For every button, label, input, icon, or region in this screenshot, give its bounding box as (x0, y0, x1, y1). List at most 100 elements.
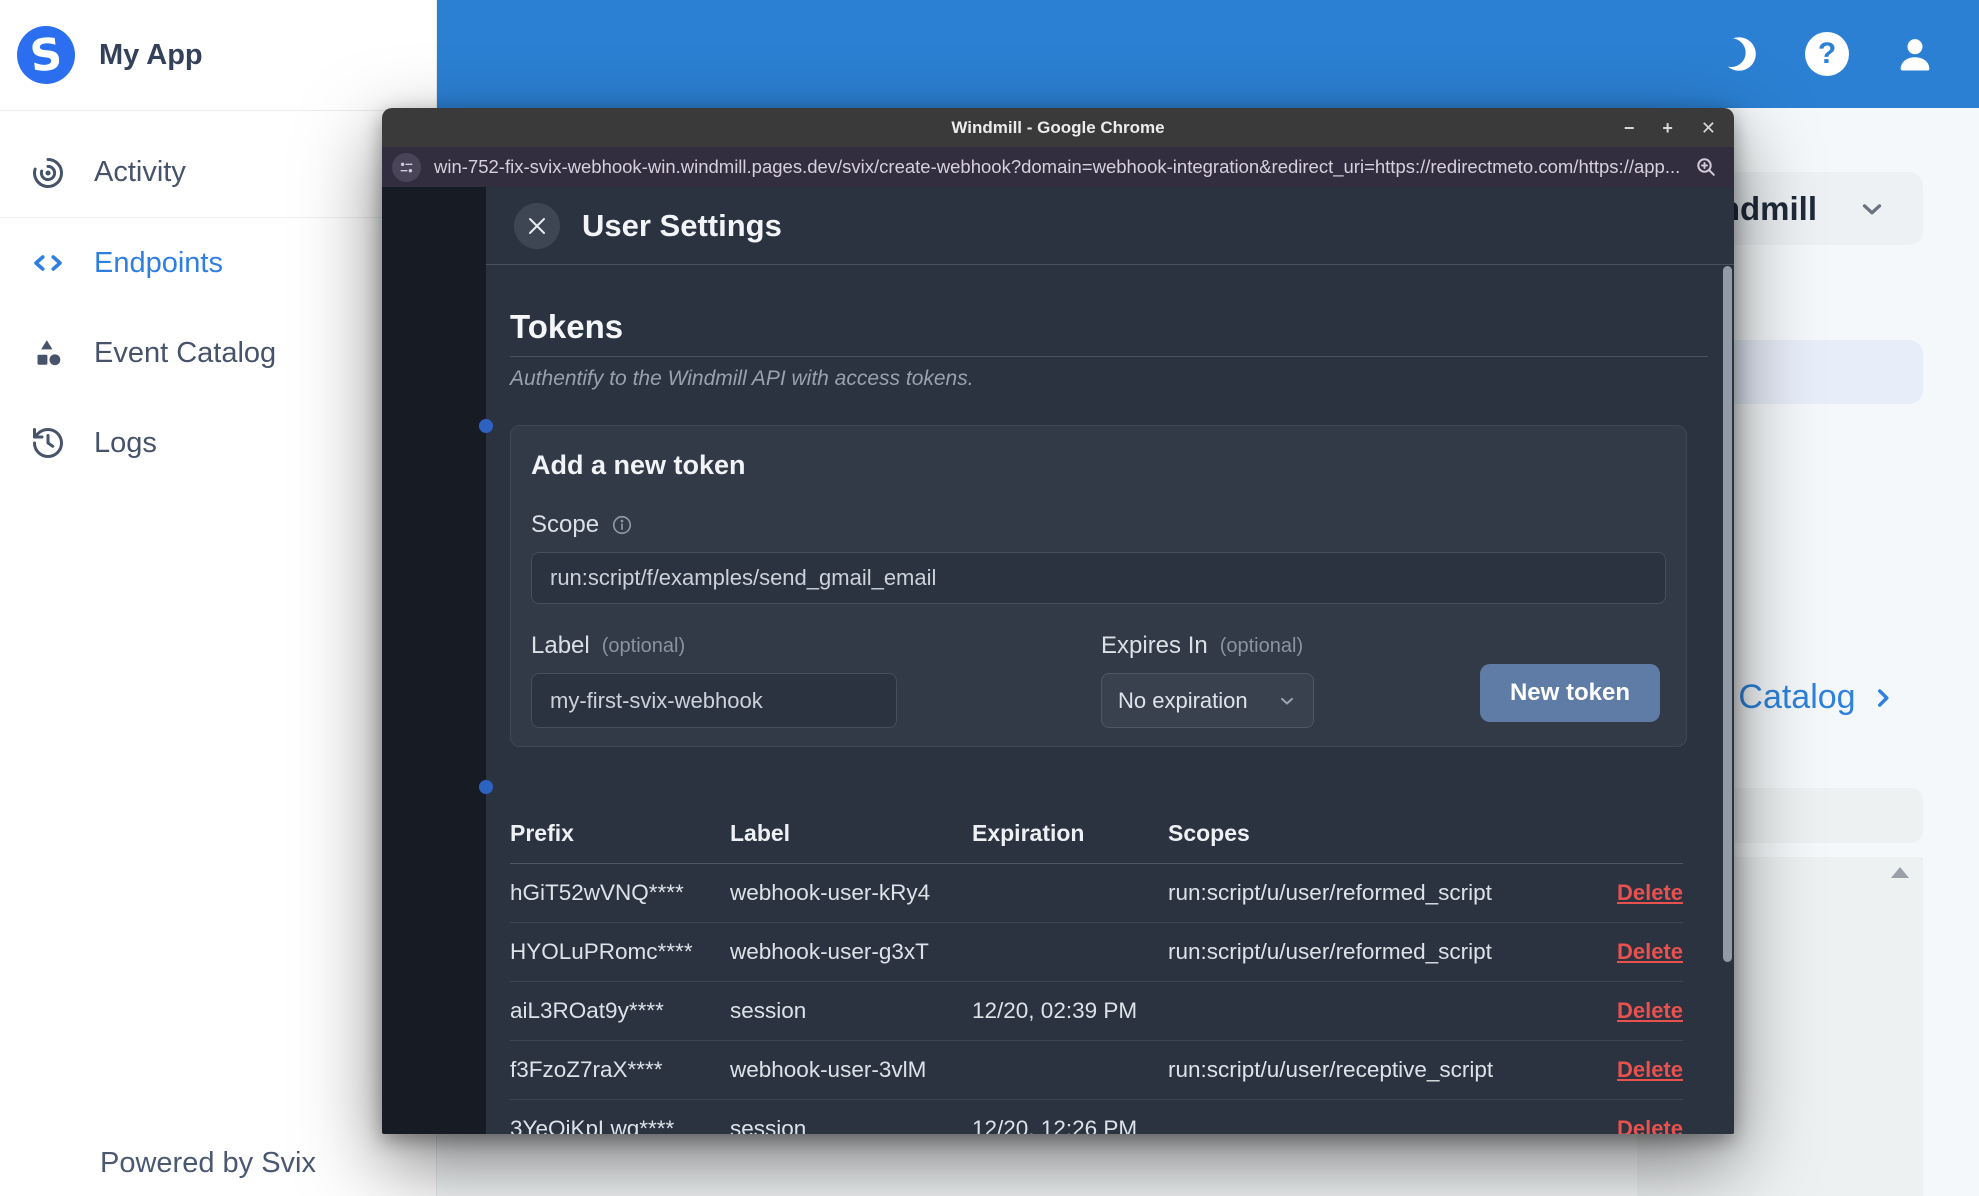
col-header-prefix: Prefix (510, 819, 574, 846)
label-optional-hint: (optional) (601, 634, 686, 657)
app-title: My App (99, 38, 203, 71)
sidebar-item-event-catalog[interactable]: Event Catalog (0, 308, 436, 398)
sidebar-item-endpoints[interactable]: Endpoints (0, 218, 436, 308)
token-label: session (730, 1116, 807, 1134)
drawer-header: User Settings (486, 187, 1734, 265)
table-row: f3FzoZ7raX**** webhook-user-3vlM run:scr… (510, 1041, 1683, 1100)
user-icon (1900, 39, 1930, 71)
new-token-button[interactable]: New token (1479, 664, 1660, 722)
token-label: webhook-user-3vlM (730, 1057, 927, 1082)
tokens-table: Prefix Label Expiration Scopes hGiT52wVN… (510, 803, 1683, 1134)
window-title: Windmill - Google Chrome (951, 117, 1165, 137)
app-brand: S My App (0, 0, 436, 111)
scope-label-row: Scope (531, 511, 1666, 539)
app-sidebar: S My App Activity Endpoints Event Catalo… (0, 0, 437, 1196)
expires-field-group: Expires In (optional) No expiration (1101, 632, 1314, 728)
delete-token-link[interactable]: Delete (1617, 880, 1683, 905)
table-row: aiL3ROat9y**** session 12/20, 02:39 PM D… (510, 982, 1683, 1041)
table-row: 3YeOiKpLwq**** session 12/20, 12:26 PM D… (510, 1100, 1683, 1134)
maximize-button[interactable]: + (1662, 119, 1673, 137)
shapes-icon (37, 340, 61, 366)
svix-logo: S (14, 23, 78, 87)
expires-select[interactable]: No expiration (1101, 673, 1314, 728)
drawer-content: Tokens Authentify to the Windmill API wi… (486, 266, 1734, 1134)
sidebar-item-label: Logs (94, 426, 157, 459)
close-icon (529, 217, 545, 234)
expires-label: Expires In (1101, 632, 1208, 659)
browser-page-background: User Settings Tokens Authentify to the W… (382, 187, 1734, 1134)
expires-optional-hint: (optional) (1219, 634, 1304, 657)
drawer-title: User Settings (582, 207, 782, 243)
sidebar-item-label: Event Catalog (94, 336, 277, 369)
add-token-card: Add a new token Scope run:script/f/examp… (510, 425, 1687, 747)
window-titlebar[interactable]: Windmill - Google Chrome − + ✕ (382, 108, 1734, 147)
sidebar-item-logs[interactable]: Logs (0, 398, 436, 488)
close-drawer-button[interactable] (514, 202, 560, 249)
delete-cell: Delete (1599, 1116, 1683, 1134)
token-label: session (730, 998, 807, 1023)
help-button[interactable]: ? (1805, 32, 1849, 76)
tokens-subtitle: Authentify to the Windmill API with acce… (510, 367, 974, 390)
zoom-icon[interactable] (1694, 155, 1718, 179)
delete-token-link[interactable]: Delete (1617, 1057, 1683, 1082)
col-header-label: Label (730, 819, 791, 846)
header-icon-group: ? (1717, 0, 1937, 108)
delete-cell: Delete (1599, 880, 1683, 906)
delete-token-link[interactable]: Delete (1617, 998, 1683, 1023)
user-menu-button[interactable] (1893, 32, 1937, 76)
table-row: hGiT52wVNQ**** webhook-user-kRy4 run:scr… (510, 864, 1683, 923)
label-label: Label (531, 632, 590, 659)
sidebar-item-label: Endpoints (94, 246, 223, 279)
expires-selected-value: No expiration (1118, 687, 1248, 713)
delete-token-link[interactable]: Delete (1617, 1116, 1683, 1134)
minimize-button[interactable]: − (1624, 119, 1635, 137)
scope-input[interactable]: run:script/f/examples/send_gmail_email (531, 552, 1666, 604)
col-header-expiration: Expiration (972, 819, 1085, 846)
token-label: webhook-user-kRy4 (730, 880, 931, 905)
token-prefix: HYOLuPRomc**** (510, 939, 693, 964)
tune-badge-icon (400, 162, 413, 172)
token-expiration: 12/20, 12:26 PM (972, 1116, 1138, 1134)
chevron-down-icon (1862, 203, 1882, 214)
token-label: webhook-user-g3xT (730, 939, 929, 964)
info-icon[interactable] (611, 514, 633, 536)
close-window-button[interactable]: ✕ (1701, 119, 1716, 137)
help-icon: ? (1805, 32, 1849, 76)
sidebar-item-activity[interactable]: Activity (0, 128, 436, 218)
powered-by-svix: Powered by Svix (100, 1147, 316, 1179)
chevron-right-icon (1877, 688, 1889, 707)
token-scopes: run:script/u/user/reformed_script (1168, 939, 1492, 964)
user-settings-drawer: User Settings Tokens Authentify to the W… (479, 187, 1734, 1134)
delete-cell: Delete (1599, 998, 1683, 1024)
table-row: HYOLuPRomc**** webhook-user-g3xT run:scr… (510, 923, 1683, 982)
token-prefix: f3FzoZ7raX**** (510, 1057, 663, 1082)
dark-mode-toggle[interactable] (1717, 32, 1761, 76)
add-token-title: Add a new token (531, 450, 746, 480)
site-settings-badge[interactable] (392, 152, 421, 182)
chrome-window: Windmill - Google Chrome − + ✕ win-752-f… (382, 108, 1734, 1134)
label-field-group: Label (optional) my-first-svix-webhook (531, 632, 897, 728)
scroll-up-arrow-icon[interactable] (1891, 867, 1909, 878)
token-expiration: 12/20, 02:39 PM (972, 998, 1138, 1023)
delete-cell: Delete (1599, 939, 1683, 965)
code-brackets-icon (34, 255, 62, 271)
scope-label: Scope (531, 511, 600, 538)
moon-icon (1722, 37, 1756, 71)
token-options-row: Label (optional) my-first-svix-webhook E… (531, 632, 1666, 728)
scope-field-group: Scope run:script/f/examples/send_gmail_e… (531, 511, 1666, 604)
delete-cell: Delete (1599, 1057, 1683, 1083)
token-prefix: hGiT52wVNQ**** (510, 880, 684, 905)
token-label-input[interactable]: my-first-svix-webhook (531, 673, 897, 728)
token-scopes: run:script/u/user/receptive_script (1168, 1057, 1494, 1082)
delete-token-link[interactable]: Delete (1617, 939, 1683, 964)
browser-url-bar: win-752-fix-svix-webhook-win.windmill.pa… (382, 147, 1734, 187)
col-header-scopes: Scopes (1168, 819, 1250, 846)
tokens-heading: Tokens (510, 308, 1708, 357)
token-scopes: run:script/u/user/reformed_script (1168, 880, 1492, 905)
url-input[interactable]: win-752-fix-svix-webhook-win.windmill.pa… (434, 156, 1681, 178)
sidebar-item-label: Activity (94, 156, 186, 188)
sidebar-nav: Activity Endpoints Event Catalog Logs (0, 111, 436, 488)
table-header-row: Prefix Label Expiration Scopes (510, 803, 1683, 864)
activity-gauge-icon (33, 157, 64, 188)
app-top-header: ? (437, 0, 1979, 108)
